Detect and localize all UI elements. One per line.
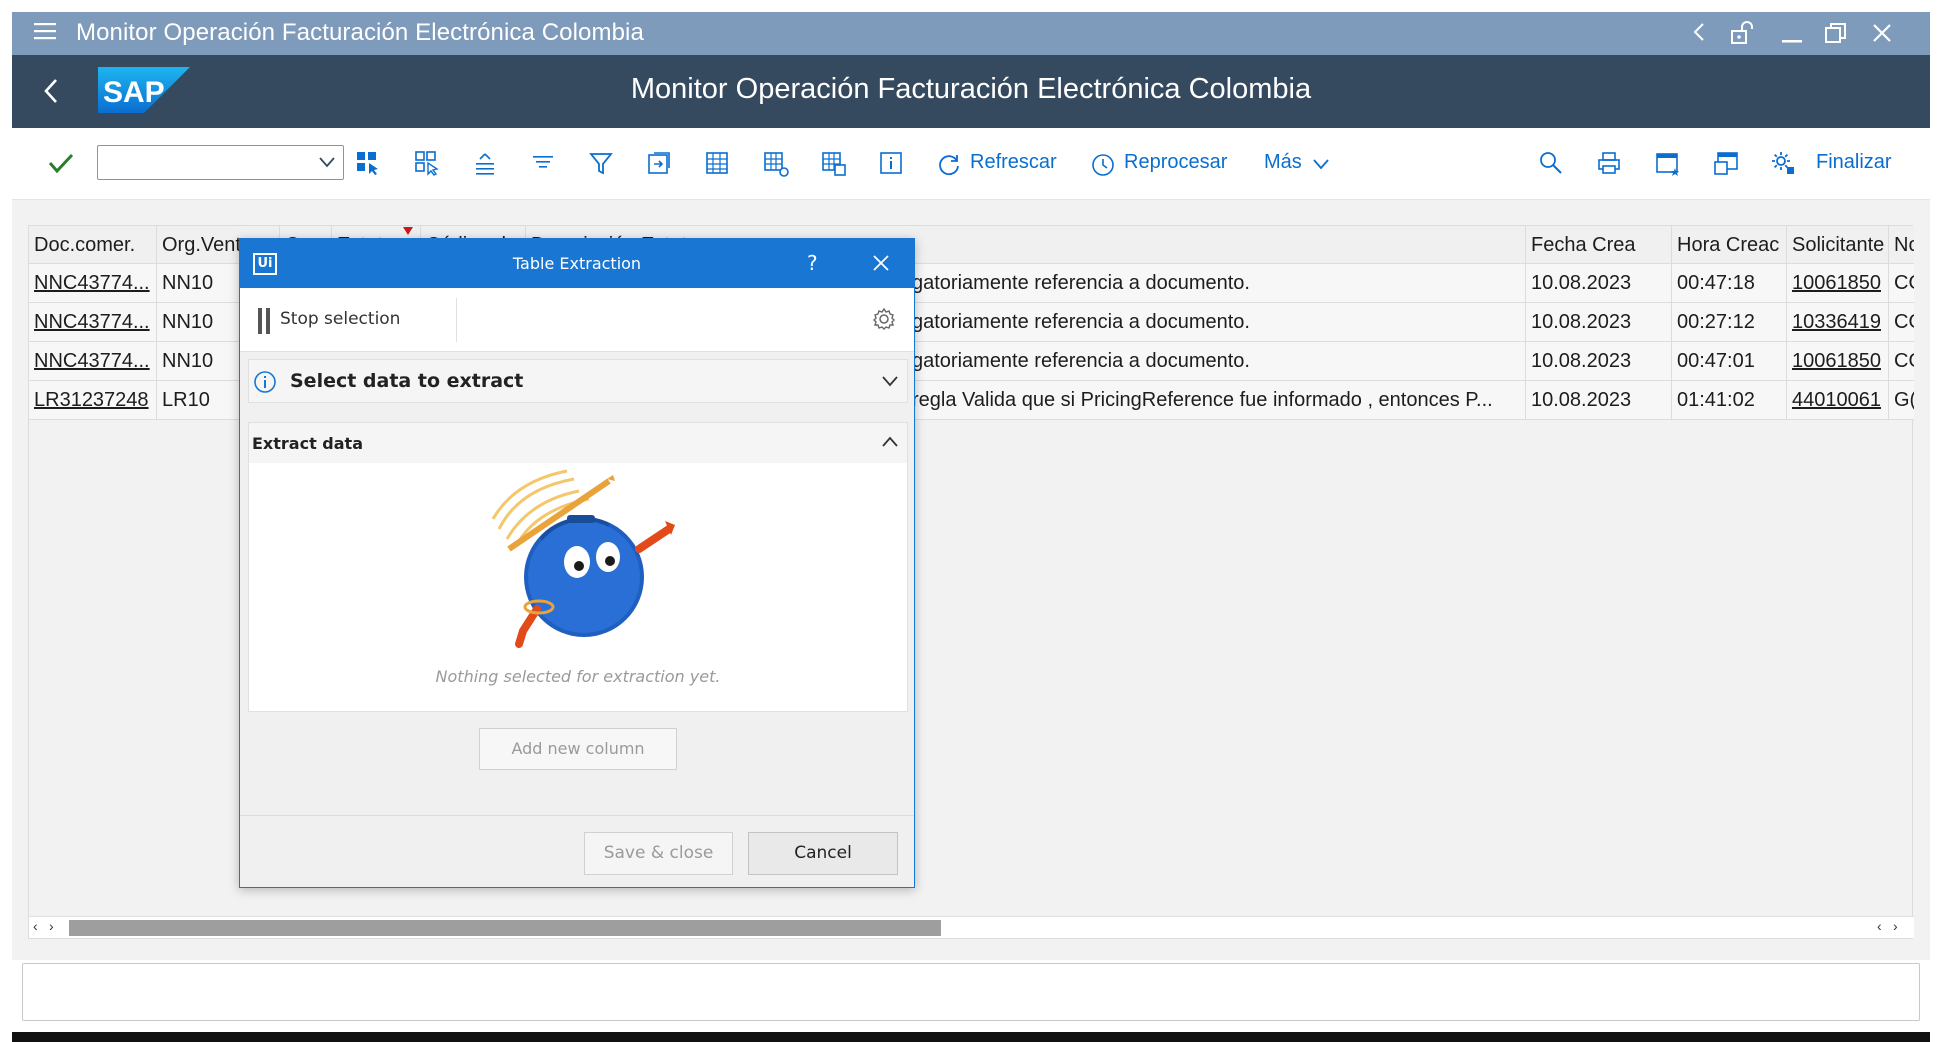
no-cell: CO [1894,272,1914,294]
search-icon[interactable] [1538,150,1564,176]
scroll-left-icon[interactable]: ‹ [33,918,38,934]
reprocess-button[interactable]: Reprocesar [1124,151,1227,174]
requester-link[interactable]: 10061850 [1787,264,1889,302]
page-title: Monitor Operación Facturación Electrónic… [630,73,1312,105]
sort-indicator-icon [403,227,413,235]
time-cell: 00:47:18 [1672,264,1787,302]
date-cell: 10.08.2023 [1526,264,1672,302]
spreadsheet-icon[interactable] [704,150,730,176]
shell-header: SAP Monitor Operación Facturación Electr… [12,55,1930,128]
column-header[interactable]: Fecha Crea [1526,226,1672,263]
date-cell: 10.08.2023 [1526,381,1672,419]
no-cell: G( [1894,389,1914,411]
finish-button[interactable]: Finalizar [1816,151,1892,174]
scrollbar-thumb[interactable] [69,920,941,936]
sort-ascending-icon[interactable] [472,150,498,176]
help-icon[interactable]: ? [807,251,818,275]
no-cell: CO [1894,350,1914,372]
application-toolbar: Refrescar Reprocesar Más Finalizar [12,128,1930,200]
sort-descending-icon[interactable] [530,150,556,176]
column-header[interactable]: Solicitante [1787,226,1889,263]
doc-link[interactable]: NNC43774... [29,264,157,302]
close-icon[interactable] [872,254,890,272]
settings-gear-icon[interactable] [1770,150,1796,176]
select-data-section[interactable]: Select data to extract [248,359,908,403]
extract-data-header[interactable]: Extract data [249,423,907,463]
section-title: Select data to extract [290,370,524,392]
divider [456,298,457,342]
no-cell: CO [1894,311,1914,333]
minimize-icon[interactable] [1780,21,1804,45]
hamburger-menu-icon[interactable] [34,22,56,40]
deselect-layout-icon[interactable] [414,150,440,176]
settings-gear-icon[interactable] [871,306,897,332]
date-cell: 10.08.2023 [1526,342,1672,380]
doc-link[interactable]: NNC43774... [29,303,157,341]
time-cell: 01:41:02 [1672,381,1787,419]
pause-icon[interactable] [257,308,273,334]
doc-link[interactable]: LR31237248 [29,381,157,419]
robot-mascot-illustration [479,469,679,659]
selection-toolbar: Stop selection [240,288,914,352]
time-cell: 00:47:01 [1672,342,1787,380]
table-extraction-dialog: Ui Table Extraction ? Stop selection Sel… [239,238,915,888]
horizontal-scrollbar[interactable]: ‹ › ‹ › [29,916,1914,938]
dialog-title-bar: Ui Table Extraction ? [240,239,914,288]
window-layout-icon[interactable] [1712,150,1740,178]
requester-link[interactable]: 10061850 [1787,342,1889,380]
stop-selection-button[interactable]: Stop selection [280,309,400,329]
column-header[interactable]: Doc.comer. [29,226,157,263]
refresh-icon[interactable] [936,152,962,178]
chevron-down-icon[interactable] [1312,157,1330,171]
window-title-bar: Monitor Operación Facturación Electrónic… [12,12,1930,55]
more-menu-button[interactable]: Más [1264,151,1302,174]
divider [240,815,914,816]
scroll-right-icon[interactable]: › [49,918,54,934]
command-field[interactable] [97,145,344,180]
enter-checkmark-icon[interactable] [48,152,74,174]
date-cell: 10.08.2023 [1526,303,1672,341]
window-title: Monitor Operación Facturación Electrónic… [76,19,644,46]
refresh-button[interactable]: Refrescar [970,151,1057,174]
scroll-right-icon[interactable]: › [1893,918,1898,934]
restore-icon[interactable] [1824,21,1848,45]
doc-link[interactable]: NNC43774... [29,342,157,380]
status-bar [22,963,1920,1021]
chevron-up-icon[interactable] [881,435,899,449]
info-icon[interactable] [878,150,904,176]
bottom-edge [12,1032,1930,1042]
reprocess-clock-icon[interactable] [1090,152,1116,178]
table-view-icon[interactable] [820,150,848,178]
column-header[interactable]: Hora Creac [1672,226,1787,263]
filter-icon[interactable] [588,150,614,176]
close-window-icon[interactable] [1870,21,1894,45]
unlock-icon[interactable] [1730,21,1756,45]
requester-link[interactable]: 10336419 [1787,303,1889,341]
chevron-down-icon[interactable] [881,374,899,388]
print-icon[interactable] [1596,150,1622,176]
export-icon[interactable] [646,150,672,176]
chevron-down-icon[interactable] [318,155,336,169]
cancel-button[interactable]: Cancel [748,832,898,875]
extract-data-section: Extract data Nothing selected for extrac… [248,422,908,712]
select-layout-icon[interactable] [355,150,381,176]
info-circle-icon [253,370,277,394]
time-cell: 00:27:12 [1672,303,1787,341]
scroll-left-icon[interactable]: ‹ [1877,918,1882,934]
new-window-icon[interactable] [1654,150,1682,178]
empty-state-message: Nothing selected for extraction yet. [435,667,721,686]
column-header[interactable]: No [1889,226,1914,263]
chevron-left-icon[interactable] [1692,21,1706,43]
save-and-close-button[interactable]: Save & close [584,832,733,875]
add-new-column-button[interactable]: Add new column [479,728,677,770]
table-settings-icon[interactable] [762,150,790,178]
section-title: Extract data [252,434,363,453]
requester-link[interactable]: 44010061 [1787,381,1889,419]
